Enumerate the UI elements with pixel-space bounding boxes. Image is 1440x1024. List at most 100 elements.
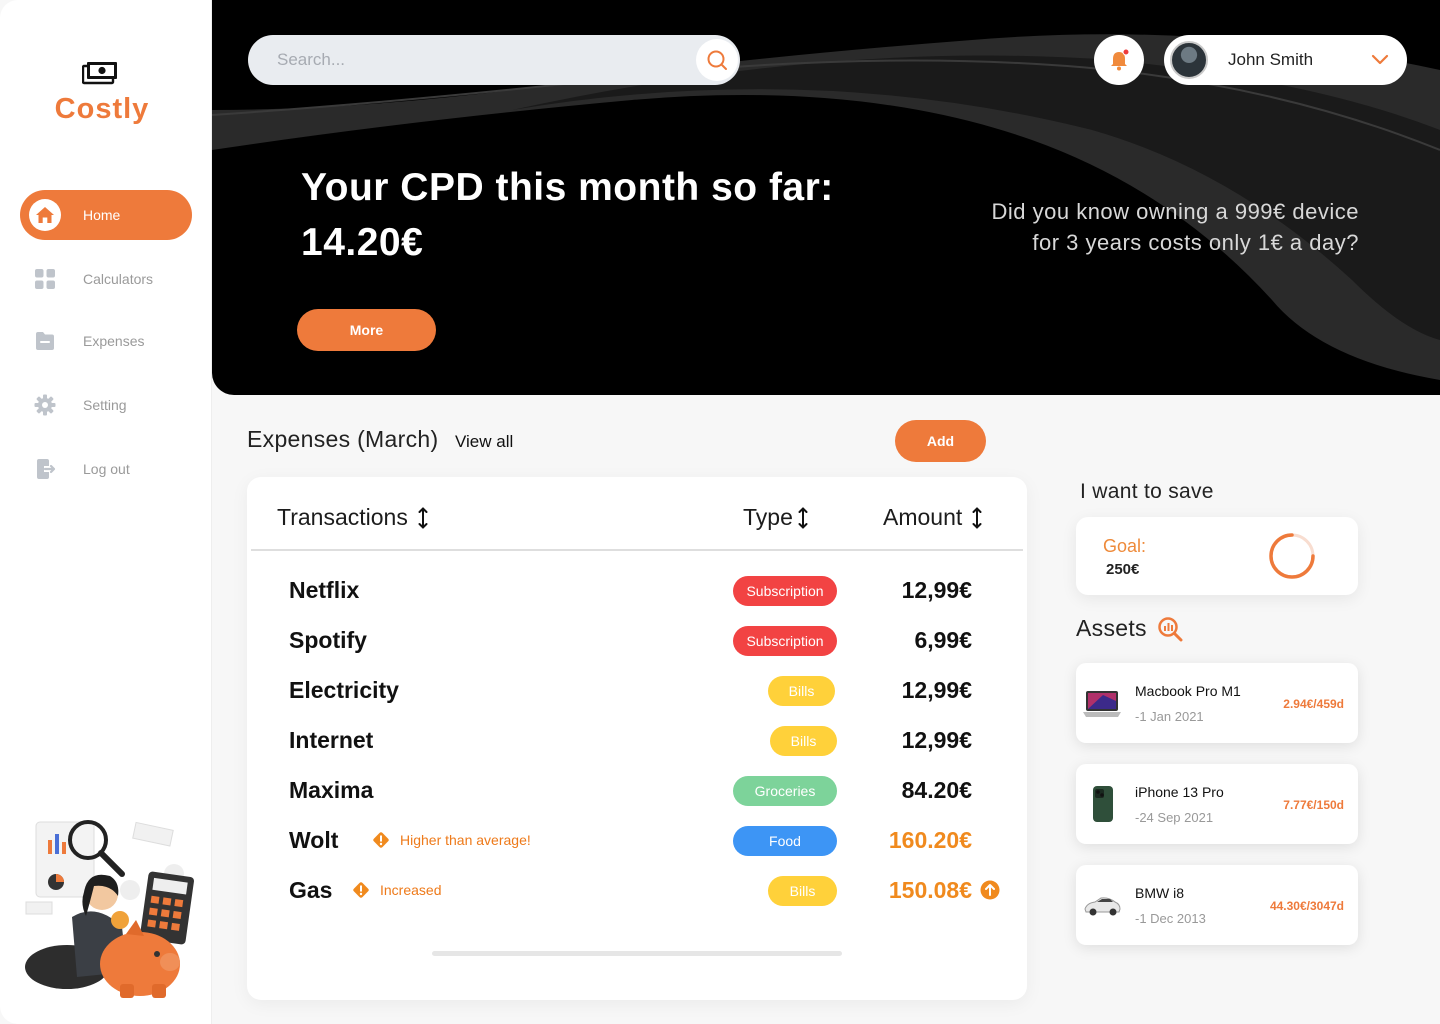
sidebar-item-home[interactable]: Home (20, 190, 192, 240)
avatar (1170, 41, 1208, 79)
type-badge: Bills (770, 726, 837, 756)
notification-button[interactable] (1094, 35, 1144, 85)
table-row[interactable]: Electricity Bills 12,99€ (247, 665, 1027, 715)
sidebar-item-expenses[interactable]: Expenses (20, 316, 192, 366)
table-row[interactable]: Netflix Subscription 12,99€ (247, 565, 1027, 615)
goal-value: 250€ (1106, 561, 1140, 578)
sidebar-item-label: Setting (83, 397, 127, 413)
add-expense-button[interactable]: Add (895, 420, 986, 462)
transaction-name: Netflix (289, 577, 360, 603)
cpd-value: 14.20€ (301, 221, 424, 264)
asset-card[interactable]: iPhone 13 Pro -24 Sep 2021 7.77€/150d (1076, 764, 1358, 844)
user-menu[interactable]: John Smith (1164, 35, 1407, 85)
transaction-amount: 6,99€ (914, 627, 972, 653)
search-button[interactable] (696, 39, 738, 81)
asset-card[interactable]: Macbook Pro M1 -1 Jan 2021 2.94€/459d (1076, 663, 1358, 743)
transaction-amount: 84.20€ (901, 777, 972, 803)
bell-icon (1111, 48, 1130, 71)
warning-icon (373, 832, 389, 848)
asset-card[interactable]: BMW i8 -1 Dec 2013 44.30€/3047d (1076, 865, 1358, 945)
transaction-amount: 12,99€ (901, 727, 972, 753)
column-header-amount[interactable]: Amount (883, 504, 982, 531)
asset-date: -1 Dec 2013 (1135, 911, 1206, 926)
user-name: John Smith (1228, 50, 1314, 69)
warning-text: Higher than average! (400, 832, 531, 848)
goal-label: Goal: (1103, 536, 1147, 556)
search-input[interactable] (277, 50, 677, 70)
search-icon (707, 50, 727, 70)
more-button[interactable]: More (297, 309, 436, 351)
hero-fact-line: for 3 years costs only 1€ a day? (1032, 230, 1359, 255)
chevron-down-icon (1371, 54, 1389, 65)
view-all-link[interactable]: View all (455, 432, 513, 452)
asset-cost-per-day: 44.30€/3047d (1269, 899, 1344, 913)
expenses-table: Transactions Type Amount Netflix Subscri… (247, 477, 1027, 1000)
transaction-name: Internet (289, 727, 374, 753)
asset-name: Macbook Pro M1 (1135, 683, 1241, 699)
transaction-amount: 12,99€ (901, 677, 972, 703)
chart-search-icon (1158, 616, 1183, 641)
arrow-up-circle-icon (980, 880, 1000, 900)
column-header-transactions[interactable]: Transactions (277, 504, 428, 531)
type-badge: Bills (768, 876, 837, 906)
phone-thumbnail (1093, 786, 1113, 822)
table-header-divider (251, 549, 1023, 551)
table-row[interactable]: Wolt Higher than average! Food 160.20€ (247, 815, 1027, 865)
warning-icon (353, 882, 369, 898)
sidebar: Costly Home Calculators Expenses Setting… (0, 0, 212, 1024)
table-row[interactable]: Maxima Groceries 84.20€ (247, 765, 1027, 815)
sidebar-item-label: Calculators (83, 271, 154, 287)
horizontal-scrollbar[interactable] (432, 951, 842, 956)
asset-name: BMW i8 (1135, 885, 1184, 901)
search-bar (248, 35, 740, 85)
asset-cost-per-day: 2.94€/459d (1283, 697, 1344, 711)
sidebar-item-setting[interactable]: Setting (20, 380, 192, 430)
column-header-label: Transactions (277, 504, 408, 530)
type-badge: Groceries (733, 776, 837, 806)
expenses-title: Expenses (March) (247, 426, 439, 452)
grid-icon (33, 267, 57, 291)
assets-title: Assets (1076, 615, 1183, 642)
sidebar-item-logout[interactable]: Log out (20, 444, 192, 494)
cpd-heading: Your CPD this month so far: 14.20€ (301, 160, 834, 270)
save-title: I want to save (1080, 480, 1214, 503)
sidebar-item-label: Log out (83, 461, 130, 477)
piggy-bank-illustration (25, 820, 194, 998)
sidebar-item-calculators[interactable]: Calculators (20, 254, 192, 304)
sort-icon (418, 506, 428, 529)
column-header-label: Type (743, 504, 793, 530)
asset-name: iPhone 13 Pro (1135, 784, 1224, 800)
hero-banner: John Smith Your CPD this month so far: 1… (212, 0, 1440, 395)
asset-date: -1 Jan 2021 (1135, 709, 1204, 724)
sort-icon (972, 506, 982, 529)
hero-fact-line: Did you know owning a 999€ device (991, 199, 1359, 224)
hero-fact: Did you know owning a 999€ device for 3 … (912, 196, 1359, 258)
transaction-amount: 160.20€ (888, 827, 972, 853)
logout-icon (33, 457, 57, 481)
transaction-amount: 12,99€ (901, 577, 972, 603)
goal-progress-ring (1269, 533, 1315, 579)
column-header-type[interactable]: Type (743, 504, 808, 531)
money-logo-icon (82, 62, 117, 85)
transaction-name: Wolt (289, 827, 339, 853)
goal-card[interactable]: Goal: 250€ (1076, 517, 1358, 595)
asset-cost-per-day: 7.77€/150d (1283, 798, 1344, 812)
warning-note: Higher than average! (371, 830, 531, 850)
type-badge: Subscription (733, 626, 837, 656)
table-row[interactable]: Gas Increased Bills 150.08€ (247, 865, 1027, 915)
transaction-name: Spotify (289, 627, 367, 653)
gear-icon (33, 393, 57, 417)
transaction-name: Maxima (289, 777, 374, 803)
assets-title-text: Assets (1076, 615, 1147, 641)
transaction-amount: 150.08€ (888, 877, 972, 903)
app-logo[interactable]: Costly (0, 93, 204, 126)
laptop-thumbnail (1083, 691, 1121, 717)
warning-note: Increased (351, 880, 441, 900)
table-row[interactable]: Spotify Subscription 6,99€ (247, 615, 1027, 665)
column-header-label: Amount (883, 504, 963, 530)
cpd-heading-text: Your CPD this month so far: (301, 166, 834, 209)
sidebar-item-label: Home (83, 207, 121, 223)
home-icon (29, 199, 61, 231)
table-row[interactable]: Internet Bills 12,99€ (247, 715, 1027, 765)
asset-date: -24 Sep 2021 (1135, 810, 1214, 825)
